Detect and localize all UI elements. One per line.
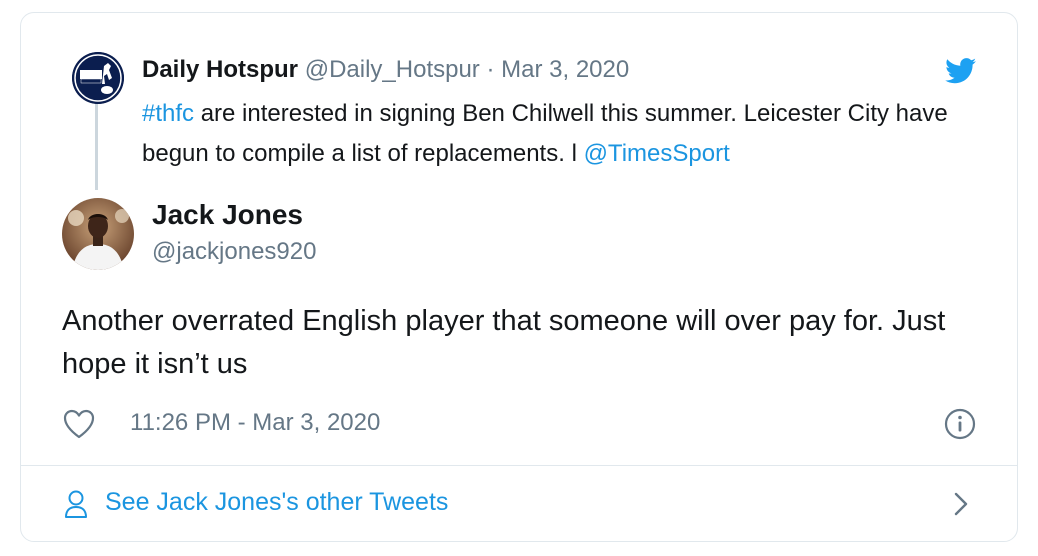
quoted-tweet-header: Daily Hotspur @Daily_Hotspur · Mar 3, 20… <box>142 56 629 84</box>
chevron-right-icon[interactable] <box>950 490 972 518</box>
mention-link[interactable]: @TimesSport <box>584 140 730 167</box>
twitter-bird-icon[interactable] <box>945 58 977 84</box>
quoted-author-handle[interactable]: @Daily_Hotspur <box>305 56 480 83</box>
quoted-separator: · <box>486 56 495 83</box>
person-icon <box>65 490 87 518</box>
avatar-photo <box>62 198 134 270</box>
info-icon[interactable] <box>944 408 976 440</box>
tweet-text: Another overrated English player that so… <box>62 305 946 380</box>
author-name[interactable]: Jack Jones <box>152 199 303 231</box>
quoted-tweet-text: #thfc are interested in signing Ben Chil… <box>142 94 962 174</box>
quoted-text-body: are interested in signing Ben Chilwell t… <box>142 100 948 167</box>
avatar[interactable] <box>62 198 134 270</box>
see-other-tweets-label[interactable]: See Jack Jones's other Tweets <box>105 488 448 517</box>
hashtag-link[interactable]: #thfc <box>142 100 194 127</box>
tweet-timestamp[interactable]: 11:26 PM - Mar 3, 2020 <box>130 409 380 437</box>
daily-hotspur-logo[interactable] <box>72 52 124 104</box>
quoted-date[interactable]: Mar 3, 2020 <box>501 56 629 83</box>
thread-connector <box>95 104 98 190</box>
quoted-author-name[interactable]: Daily Hotspur <box>142 56 298 83</box>
author-handle[interactable]: @jackjones920 <box>152 238 316 266</box>
daily-hotspur-logo-art <box>72 52 124 104</box>
tweet-card <box>20 12 1018 542</box>
heart-icon[interactable] <box>62 408 96 440</box>
